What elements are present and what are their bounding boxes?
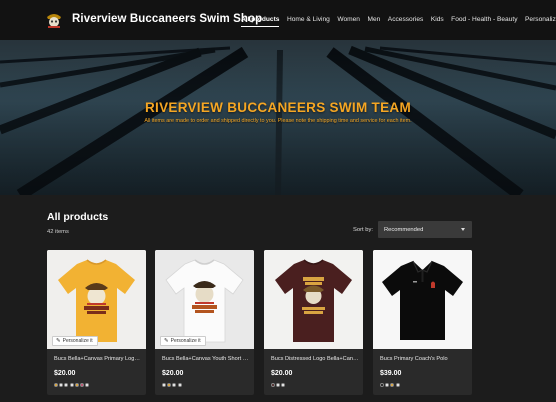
product-image[interactable]: ✎ Personalize it — [47, 250, 146, 349]
product-card[interactable]: Bucs Primary Coach's Polo $39.00 — [373, 250, 472, 395]
section-title: All products — [47, 211, 109, 223]
hero-banner: RIVERVIEW BUCCANEERS SWIM TEAM All items… — [0, 40, 556, 195]
product-image[interactable] — [373, 250, 472, 349]
color-swatch[interactable] — [59, 383, 64, 387]
color-swatch[interactable] — [167, 383, 172, 387]
nav-women[interactable]: Women — [337, 0, 360, 40]
store-title[interactable]: Riverview Buccaneers Swim Shop — [72, 13, 262, 25]
color-swatch[interactable] — [85, 383, 90, 387]
sort-dropdown[interactable]: Recommended — [378, 221, 472, 238]
nav-personalize[interactable]: Personalize — [525, 0, 556, 40]
color-swatch[interactable] — [271, 383, 275, 387]
color-swatch[interactable] — [64, 383, 69, 387]
color-swatches — [271, 383, 287, 387]
product-price: $20.00 — [54, 370, 76, 377]
pencil-icon: ✎ — [56, 338, 61, 344]
product-image[interactable]: ✎ Personalize it — [155, 250, 254, 349]
personalize-badge[interactable]: ✎ Personalize it — [52, 336, 98, 346]
product-price: $20.00 — [271, 370, 293, 377]
color-swatch[interactable] — [385, 383, 390, 387]
polo-shirt-icon — [373, 250, 472, 349]
tshirt-icon — [264, 250, 363, 349]
main-nav: All products Home & Living Women Men Acc… — [241, 0, 556, 40]
color-swatches — [54, 383, 90, 387]
color-swatch[interactable] — [54, 383, 58, 387]
nav-men[interactable]: Men — [367, 0, 380, 40]
product-price: $20.00 — [162, 370, 184, 377]
color-swatch[interactable] — [177, 383, 182, 387]
personalize-label: Personalize it — [170, 338, 201, 344]
sort-value: Recommended — [384, 226, 424, 233]
tshirt-icon — [155, 250, 254, 349]
buccaneer-logo-icon[interactable] — [44, 10, 64, 30]
item-count: 42 items — [47, 229, 69, 235]
product-price: $39.00 — [380, 370, 402, 377]
personalize-badge[interactable]: ✎ Personalize it — [160, 336, 206, 346]
nav-accessories[interactable]: Accessories — [388, 0, 424, 40]
pencil-icon: ✎ — [164, 338, 169, 344]
color-swatch[interactable] — [79, 383, 84, 387]
color-swatch[interactable] — [69, 383, 74, 387]
product-card[interactable]: ✎ Personalize it Bucs Bella+Canvas Prima… — [47, 250, 146, 395]
color-swatch[interactable] — [162, 383, 166, 387]
hero-subtitle: All items are made to order and shipped … — [144, 118, 412, 124]
nav-kids[interactable]: Kids — [431, 0, 444, 40]
nav-food-health-beauty[interactable]: Food - Health - Beauty — [451, 0, 517, 40]
color-swatch[interactable] — [172, 383, 177, 387]
product-image[interactable] — [264, 250, 363, 349]
color-swatch[interactable] — [390, 383, 395, 387]
color-swatch[interactable] — [276, 383, 281, 387]
product-card[interactable]: Bucs Distressed Logo Bella+Canvas Tee $2… — [264, 250, 363, 395]
product-name[interactable]: Bucs Bella+Canvas Primary Logo Tee — [54, 356, 142, 362]
personalize-label: Personalize it — [62, 338, 93, 344]
color-swatch[interactable] — [74, 383, 79, 387]
nav-home-living[interactable]: Home & Living — [287, 0, 330, 40]
color-swatch[interactable] — [281, 383, 286, 387]
product-name[interactable]: Bucs Bella+Canvas Youth Short Sleeve Tee — [162, 356, 250, 362]
chevron-down-icon — [461, 228, 465, 231]
top-navigation-bar: Riverview Buccaneers Swim Shop All produ… — [0, 0, 556, 40]
tshirt-icon — [47, 250, 146, 349]
color-swatches — [380, 383, 401, 387]
product-name[interactable]: Bucs Distressed Logo Bella+Canvas Tee — [271, 356, 359, 362]
product-card[interactable]: ✎ Personalize it Bucs Bella+Canvas Youth… — [155, 250, 254, 395]
sort-label: Sort by: — [353, 227, 373, 233]
hero-title: RIVERVIEW BUCCANEERS SWIM TEAM — [144, 100, 411, 115]
product-name[interactable]: Bucs Primary Coach's Polo — [380, 356, 468, 362]
color-swatch[interactable] — [395, 383, 400, 387]
color-swatch[interactable] — [380, 383, 384, 387]
color-swatches — [162, 383, 183, 387]
nav-all-products[interactable]: All products — [241, 0, 280, 40]
